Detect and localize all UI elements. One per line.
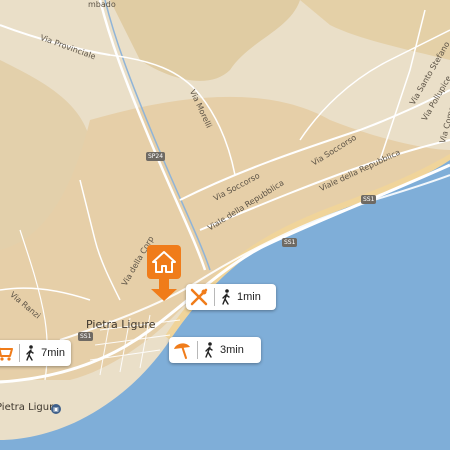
card-divider <box>214 288 215 306</box>
poi-card-beach[interactable]: 3min <box>169 337 261 363</box>
walking-icon <box>24 345 37 361</box>
home-location-arrow <box>151 279 177 301</box>
road-shield-sp24: SP24 <box>146 152 166 161</box>
home-marker[interactable] <box>147 245 181 279</box>
street-label-mbado: mbado <box>88 0 116 9</box>
walking-icon <box>202 342 216 358</box>
road-shield-ss1-b: SS1 <box>282 238 298 247</box>
card-divider <box>18 344 20 362</box>
walk-time: 7min <box>41 347 65 359</box>
map-view[interactable]: mbado Via Provinciale Via Morelli Via Sa… <box>0 0 450 450</box>
poi-card-restaurant[interactable]: 1min <box>186 284 276 310</box>
road-shield-ss1-c: SS1 <box>78 332 94 341</box>
restaurant-icon <box>186 284 212 310</box>
town-label-pietra-ligure: Pietra Ligure <box>86 318 156 331</box>
walk-time: 1min <box>237 291 261 303</box>
shopping-cart-icon <box>0 340 17 366</box>
beach-umbrella-icon <box>169 337 195 363</box>
map-base <box>0 0 450 450</box>
poi-card-shopping[interactable]: 7min <box>0 340 71 366</box>
walk-time: 3min <box>220 344 244 356</box>
card-divider <box>197 341 198 359</box>
walking-icon <box>219 289 233 305</box>
road-shield-ss1-a: SS1 <box>361 195 377 204</box>
home-icon <box>152 251 176 273</box>
train-station-icon: ▣ <box>51 404 61 414</box>
